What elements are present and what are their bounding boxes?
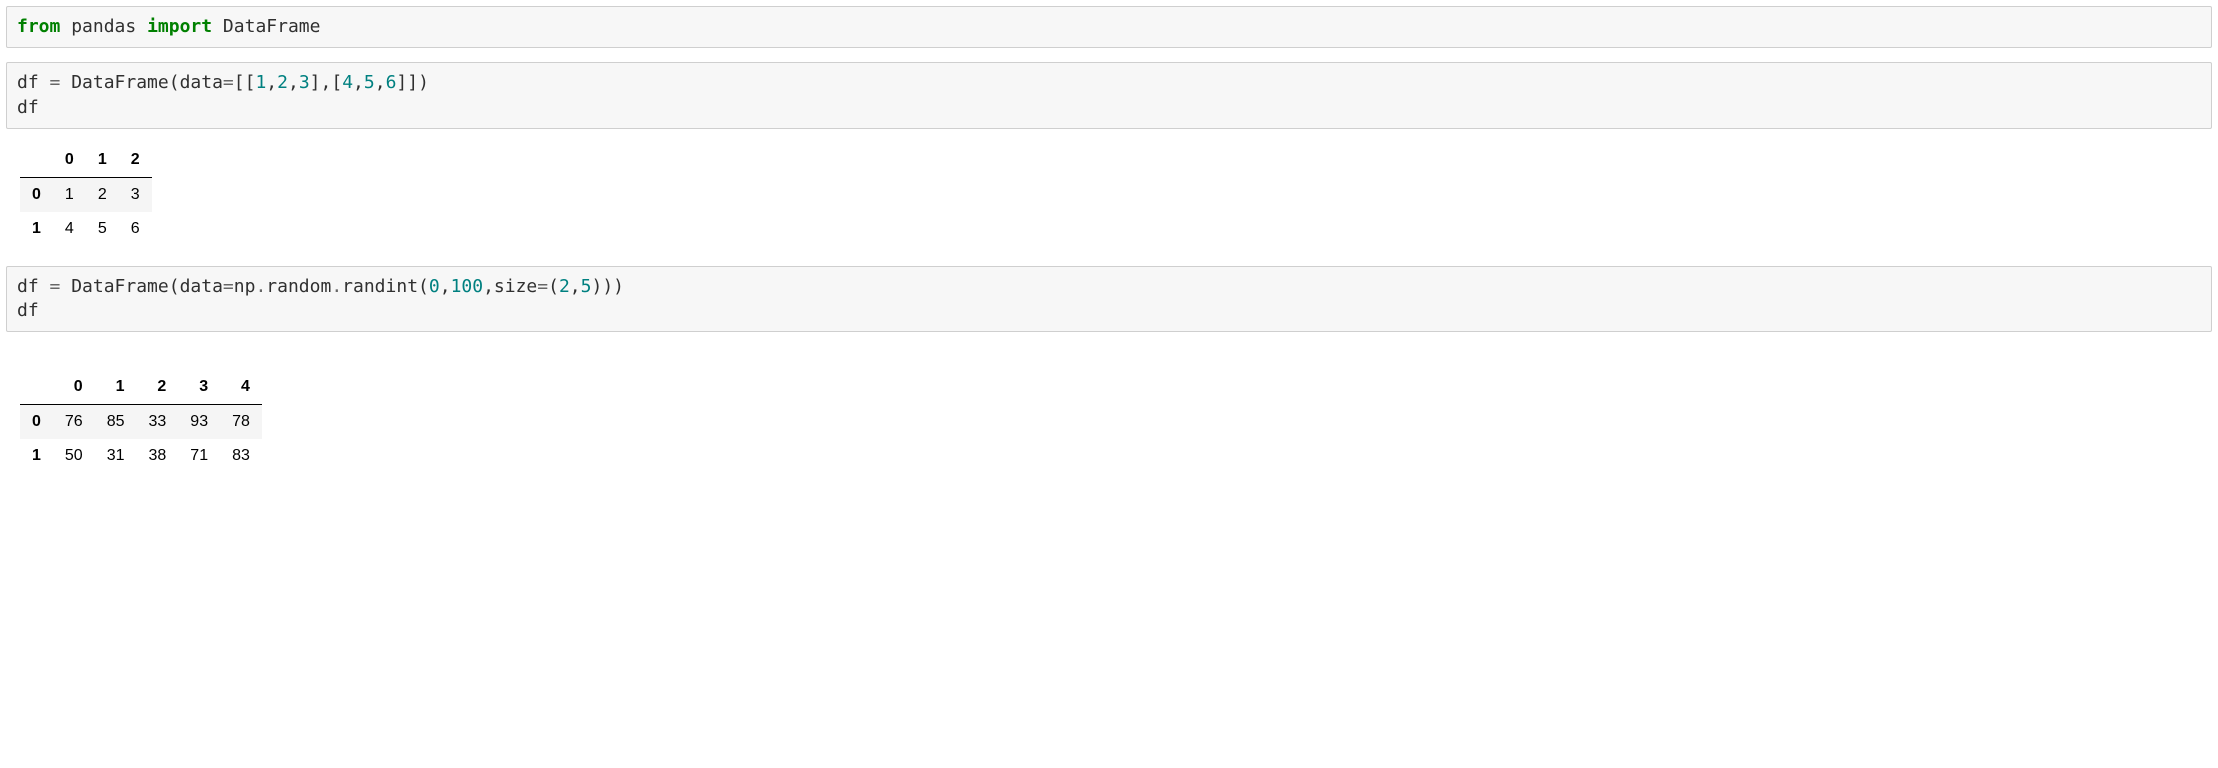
- code-token: 0: [429, 276, 440, 297]
- table-cell: 71: [178, 439, 220, 473]
- column-header: 2: [119, 143, 152, 178]
- code-token: 5: [364, 72, 375, 93]
- table-cell: 78: [220, 405, 262, 440]
- column-header: 1: [95, 370, 137, 405]
- code-token: .: [255, 276, 266, 297]
- code-token: =: [223, 72, 234, 93]
- code-token: randint(: [342, 276, 429, 297]
- code-token: from: [17, 16, 60, 37]
- table-cell: 38: [137, 439, 179, 473]
- code-token: .: [331, 276, 342, 297]
- table-row: 0123: [20, 177, 152, 212]
- table-header-row: 01234: [20, 370, 262, 405]
- table-cell: 5: [86, 212, 119, 246]
- code-token: 6: [386, 72, 397, 93]
- code-token: 2: [277, 72, 288, 93]
- code-token: [[: [234, 72, 256, 93]
- table-row: 1456: [20, 212, 152, 246]
- code-cell[interactable]: from pandas import DataFrame: [6, 6, 2212, 48]
- spacer: [6, 346, 2212, 364]
- column-header: 4: [220, 370, 262, 405]
- code-token: 5: [581, 276, 592, 297]
- code-token: pandas: [60, 16, 147, 37]
- table-cell: 6: [119, 212, 152, 246]
- code-token: 4: [342, 72, 353, 93]
- column-header: 0: [53, 143, 86, 178]
- row-index: 1: [20, 212, 53, 246]
- column-header: 1: [86, 143, 119, 178]
- table-cell: 33: [137, 405, 179, 440]
- code-token: ,size: [483, 276, 537, 297]
- code-token: ],[: [310, 72, 343, 93]
- code-token: random: [266, 276, 331, 297]
- code-token: 2: [559, 276, 570, 297]
- table-corner-cell: [20, 143, 53, 178]
- table-header-row: 012: [20, 143, 152, 178]
- table-cell: 85: [95, 405, 137, 440]
- table-cell: 83: [220, 439, 262, 473]
- table-cell: 50: [53, 439, 95, 473]
- code-cell[interactable]: df = DataFrame(data=[[1,2,3],[4,5,6]]) d…: [6, 62, 2212, 129]
- dataframe-output: 012340768533937815031387183: [20, 370, 262, 473]
- table-row: 07685339378: [20, 405, 262, 440]
- table-row: 15031387183: [20, 439, 262, 473]
- table-cell: 4: [53, 212, 86, 246]
- code-token: =: [537, 276, 548, 297]
- dataframe-output: 01201231456: [20, 143, 152, 246]
- notebook-container: from pandas import DataFrame df = DataFra…: [6, 6, 2212, 473]
- code-token: ,: [353, 72, 364, 93]
- code-token: df: [17, 72, 50, 93]
- code-token: ,: [440, 276, 451, 297]
- column-header: 0: [53, 370, 95, 405]
- code-token: import: [147, 16, 212, 37]
- code-token: DataFrame: [212, 16, 320, 37]
- code-token: =: [50, 276, 61, 297]
- code-token: DataFrame(data: [60, 276, 223, 297]
- code-cell[interactable]: df = DataFrame(data=np.random.randint(0,…: [6, 266, 2212, 333]
- code-token: (: [548, 276, 559, 297]
- code-token: 3: [299, 72, 310, 93]
- table-corner-cell: [20, 370, 53, 405]
- code-token: DataFrame(data: [60, 72, 223, 93]
- code-token: =: [223, 276, 234, 297]
- code-token: ,: [266, 72, 277, 93]
- code-token: df: [17, 276, 50, 297]
- column-header: 3: [178, 370, 220, 405]
- code-token: ,: [570, 276, 581, 297]
- code-token: 100: [451, 276, 484, 297]
- code-token: =: [50, 72, 61, 93]
- row-index: 1: [20, 439, 53, 473]
- code-token: ,: [288, 72, 299, 93]
- code-token: 1: [255, 72, 266, 93]
- table-cell: 2: [86, 177, 119, 212]
- row-index: 0: [20, 405, 53, 440]
- column-header: 2: [137, 370, 179, 405]
- code-token: np: [234, 276, 256, 297]
- code-token: ,: [375, 72, 386, 93]
- table-cell: 1: [53, 177, 86, 212]
- table-cell: 31: [95, 439, 137, 473]
- table-cell: 76: [53, 405, 95, 440]
- table-cell: 93: [178, 405, 220, 440]
- table-cell: 3: [119, 177, 152, 212]
- row-index: 0: [20, 177, 53, 212]
